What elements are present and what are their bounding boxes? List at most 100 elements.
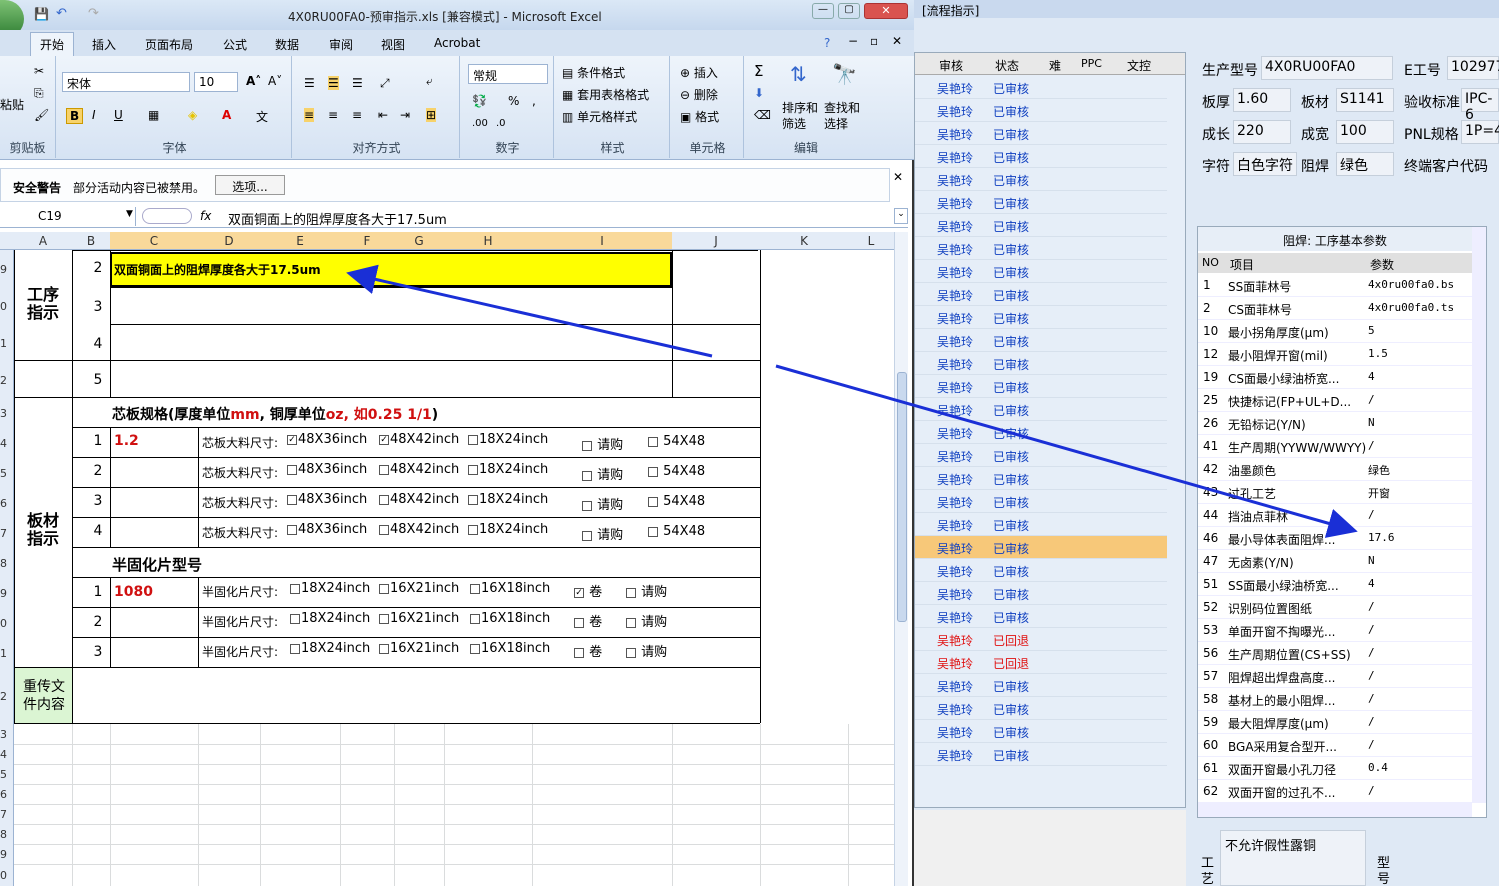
checkbox-icon[interactable] bbox=[287, 494, 297, 505]
param-row[interactable]: 58 基材上的最小阻焊... / bbox=[1198, 688, 1472, 711]
tab-formulas[interactable]: 公式 bbox=[223, 36, 247, 53]
param-row[interactable]: 60 BGA采用复合型开... / bbox=[1198, 734, 1472, 757]
review-row[interactable]: 吴艳玲 已审核 bbox=[915, 398, 1167, 421]
param-col-value[interactable]: 参数 bbox=[1370, 256, 1394, 273]
row-header[interactable]: 2 bbox=[0, 374, 14, 387]
minimize-button[interactable]: — bbox=[812, 3, 834, 19]
param-row[interactable]: 25 快捷标记(FP+UL+D... / bbox=[1198, 389, 1472, 412]
security-close-icon[interactable]: ✕ bbox=[893, 170, 903, 184]
core-opt-18x24[interactable]: 18X24inch bbox=[468, 432, 548, 447]
core-opt-18x24[interactable]: 18X24inch bbox=[468, 462, 548, 477]
number-format-select[interactable]: 常规 bbox=[468, 64, 548, 84]
align-middle-icon[interactable]: ☰ bbox=[328, 76, 339, 90]
row-header[interactable]: 3 bbox=[0, 728, 14, 741]
core-opt-54x48[interactable]: 54X48 bbox=[648, 494, 705, 509]
row-header[interactable]: 8 bbox=[0, 557, 14, 570]
copy-icon[interactable]: ⎘ bbox=[34, 86, 44, 101]
checkbox-icon[interactable] bbox=[290, 613, 300, 624]
delete-cells-button[interactable]: ⊖ 删除 bbox=[680, 86, 718, 103]
review-row[interactable]: 吴艳玲 已审核 bbox=[915, 145, 1167, 168]
tab-view[interactable]: 视图 bbox=[381, 36, 405, 53]
table-format-button[interactable]: ▦ 套用表格格式 bbox=[562, 86, 649, 103]
param-col-no[interactable]: NO bbox=[1202, 256, 1219, 269]
param-row[interactable]: 52 识别码位置图纸 / bbox=[1198, 596, 1472, 619]
param-row[interactable]: 47 无卤素(Y/N) N bbox=[1198, 550, 1472, 573]
model-field[interactable]: 4X0RU00FA0 bbox=[1261, 56, 1393, 80]
checkbox-icon[interactable] bbox=[470, 643, 480, 654]
comma-icon[interactable]: , bbox=[532, 94, 536, 108]
core-opt-48x36[interactable]: 48X36inch bbox=[287, 522, 367, 537]
material-field[interactable]: S1141 bbox=[1336, 88, 1394, 112]
font-size-select[interactable]: 10 bbox=[194, 72, 238, 92]
review-row[interactable]: 吴艳玲 已审核 bbox=[915, 329, 1167, 352]
param-row[interactable]: 41 生产周期(YYWW/WWYY) / bbox=[1198, 435, 1472, 458]
review-row[interactable]: 吴艳玲 已审核 bbox=[915, 513, 1167, 536]
fill-color-icon[interactable]: ◈ bbox=[188, 108, 197, 122]
checkbox-icon[interactable] bbox=[468, 464, 478, 475]
checkbox-icon[interactable] bbox=[287, 524, 297, 535]
checkbox-icon[interactable] bbox=[626, 647, 636, 658]
tab-page-layout[interactable]: 页面布局 bbox=[145, 36, 193, 53]
fill-icon[interactable]: ⬇ bbox=[754, 86, 764, 100]
tab-home[interactable]: 开始 bbox=[40, 36, 64, 53]
core-opt-54x48[interactable]: 54X48 bbox=[648, 524, 705, 539]
checkbox-icon[interactable] bbox=[379, 643, 389, 654]
checkbox-icon[interactable] bbox=[379, 583, 389, 594]
column-header[interactable]: C bbox=[110, 232, 198, 249]
close-button[interactable]: ✕ bbox=[864, 3, 908, 19]
checkbox-icon[interactable]: ✓ bbox=[574, 587, 584, 598]
name-box[interactable]: C19 bbox=[0, 207, 136, 226]
checkbox-icon[interactable] bbox=[582, 470, 592, 481]
border-icon[interactable]: ▦ bbox=[148, 108, 159, 122]
security-options-button[interactable]: 选项... bbox=[215, 175, 285, 195]
cut-icon[interactable]: ✂ bbox=[34, 64, 44, 78]
review-row[interactable]: 吴艳玲 已审核 bbox=[915, 122, 1167, 145]
core-opt-purchase[interactable]: 请购 bbox=[582, 494, 623, 513]
param-col-item[interactable]: 项目 bbox=[1230, 256, 1254, 273]
prepreg-opt-18x24[interactable]: 18X24inch bbox=[290, 581, 370, 596]
checkbox-icon[interactable] bbox=[648, 466, 658, 477]
process-note-field[interactable]: 不允许假性露铜 bbox=[1220, 830, 1366, 886]
review-row[interactable]: 吴艳玲 已回退 bbox=[915, 651, 1167, 674]
review-row[interactable]: 吴艳玲 已审核 bbox=[915, 260, 1167, 283]
review-row[interactable]: 吴艳玲 已审核 bbox=[915, 76, 1167, 99]
param-row[interactable]: 12 最小阻焊开窗(mil) 1.5 bbox=[1198, 343, 1472, 366]
thickness-field[interactable]: 1.60 bbox=[1233, 88, 1291, 112]
param-row[interactable]: 51 SS面最小绿油桥宽... 4 bbox=[1198, 573, 1472, 596]
worksheet[interactable]: 双面铜面上的阻焊厚度各大于17.5um 工序 指示 2 3 4 5 芯板规格(厚… bbox=[14, 250, 894, 886]
row-header[interactable]: 9 bbox=[0, 263, 14, 276]
row-header[interactable]: 1 bbox=[0, 647, 14, 660]
tab-review[interactable]: 审阅 bbox=[329, 36, 353, 53]
undo-icon[interactable]: ↶ bbox=[56, 6, 67, 21]
grow-font-icon[interactable]: A˄ bbox=[246, 74, 261, 88]
font-name-select[interactable]: 宋体 bbox=[62, 72, 190, 92]
align-left-icon[interactable]: ≡ bbox=[304, 108, 315, 122]
align-right-icon[interactable]: ≡ bbox=[352, 108, 362, 122]
ribbon-restore-icon[interactable]: ▫ bbox=[870, 34, 878, 48]
prepreg-opt-16x18[interactable]: 16X18inch bbox=[470, 581, 550, 596]
sort-filter-icon[interactable]: ⇅ bbox=[790, 62, 807, 86]
param-row[interactable]: 26 无铅标记(Y/N) N bbox=[1198, 412, 1472, 435]
length-field[interactable]: 220 bbox=[1233, 120, 1291, 144]
param-row[interactable]: 42 油墨颜色 绿色 bbox=[1198, 458, 1472, 481]
underline-button[interactable]: U bbox=[114, 108, 123, 122]
row-header[interactable]: 6 bbox=[0, 497, 14, 510]
save-icon[interactable]: 💾 bbox=[34, 7, 49, 21]
tab-insert[interactable]: 插入 bbox=[92, 36, 116, 53]
param-row[interactable]: 59 最大阻焊厚度(μm) / bbox=[1198, 711, 1472, 734]
core-opt-48x42[interactable]: 48X42inch bbox=[379, 492, 459, 507]
review-row[interactable]: 吴艳玲 已回退 bbox=[915, 628, 1167, 651]
checkbox-icon[interactable] bbox=[626, 587, 636, 598]
vertical-scrollbar[interactable] bbox=[894, 232, 908, 886]
wrap-text-icon[interactable]: ⤶ bbox=[426, 74, 433, 89]
standard-field[interactable]: IPC-6 bbox=[1461, 88, 1499, 123]
name-box-dropdown-icon[interactable]: ▼ bbox=[126, 209, 133, 219]
checkbox-icon[interactable] bbox=[582, 440, 592, 451]
row-header[interactable]: 1 bbox=[0, 337, 14, 350]
checkbox-icon[interactable] bbox=[574, 617, 584, 628]
checkbox-icon[interactable] bbox=[648, 496, 658, 507]
checkbox-icon[interactable] bbox=[470, 613, 480, 624]
char-field[interactable]: 白色字符 bbox=[1233, 152, 1297, 176]
insert-function-icon[interactable]: fx bbox=[200, 209, 211, 223]
param-row[interactable]: 19 CS面最小绿油桥宽... 4 bbox=[1198, 366, 1472, 389]
